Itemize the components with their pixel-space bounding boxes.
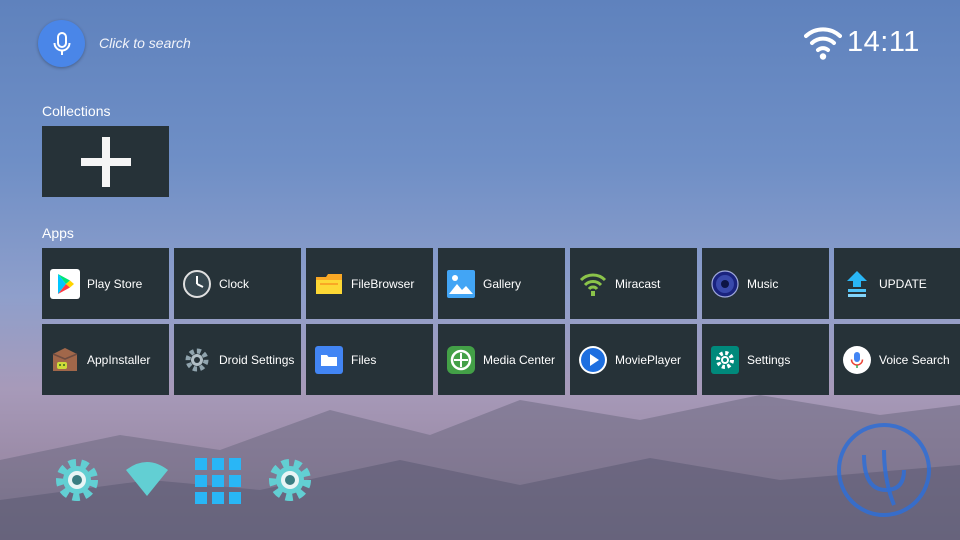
app-tile-movieplayer[interactable]: MoviePlayer [570,324,697,395]
app-label: Voice Search [879,352,950,367]
app-label: Media Center [483,352,556,367]
app-label: Gallery [483,276,522,291]
all-apps-grid-icon [195,458,241,504]
dock-all-apps-button[interactable] [193,456,243,511]
app-tile-files[interactable]: Files [306,324,433,395]
app-tile-music[interactable]: Music [702,248,829,319]
app-label: FileBrowser [351,276,415,291]
voice-search-button[interactable] [38,20,85,67]
app-label: AppInstaller [87,352,151,367]
app-label: Settings [747,352,791,367]
app-label: Play Store [87,276,143,291]
app-label: Miracast [615,276,661,291]
settings-gear-icon [269,459,311,501]
music-icon [710,269,740,299]
play-store-icon [50,268,80,299]
folder-icon [314,269,344,299]
gallery-icon [446,269,476,299]
movie-player-icon [578,345,608,375]
collections-heading: Collections [42,103,111,119]
app-label: Music [747,276,779,291]
app-label: UPDATE [879,276,927,291]
update-icon [842,269,872,299]
wifi-icon [804,27,842,60]
miracast-icon [578,269,608,299]
voice-search-icon [842,345,872,375]
app-label: Files [351,352,377,367]
app-tile-media-center[interactable]: Media Center [438,324,565,395]
wifi-icon [126,462,168,496]
app-tile-clock[interactable]: Clock [174,248,301,319]
dock-settings-button[interactable] [266,456,314,509]
files-icon [314,345,344,375]
apps-heading: Apps [42,225,74,241]
search-hint[interactable]: Click to search [99,35,191,51]
clock-icon [182,269,212,299]
app-tile-gallery[interactable]: Gallery [438,248,565,319]
app-installer-icon [50,345,80,375]
app-label: Droid Settings [219,352,295,367]
app-tile-appinstaller[interactable]: AppInstaller [42,324,169,395]
clock-time: 14:11 [847,26,920,58]
dock-settings-button[interactable] [53,456,101,509]
app-tile-update[interactable]: UPDATE [834,248,960,319]
settings-gear-icon [56,459,98,501]
plus-icon [80,136,131,187]
dock-wifi-button[interactable] [124,456,170,509]
app-tile-voice-search[interactable]: Voice Search [834,324,960,395]
settings-icon [710,345,740,375]
app-tile-droid-settings[interactable]: Droid Settings [174,324,301,395]
add-collection-button[interactable] [42,126,169,197]
app-tile-miracast[interactable]: Miracast [570,248,697,319]
app-label: MoviePlayer [615,352,682,367]
media-center-icon [446,345,476,375]
brand-logo-icon [837,423,931,517]
app-label: Clock [219,276,250,291]
microphone-icon [53,31,70,55]
app-tile-play-store[interactable]: Play Store [42,248,169,319]
app-tile-filebrowser[interactable]: FileBrowser [306,248,433,319]
app-tile-settings[interactable]: Settings [702,324,829,395]
droid-settings-icon [182,345,212,375]
